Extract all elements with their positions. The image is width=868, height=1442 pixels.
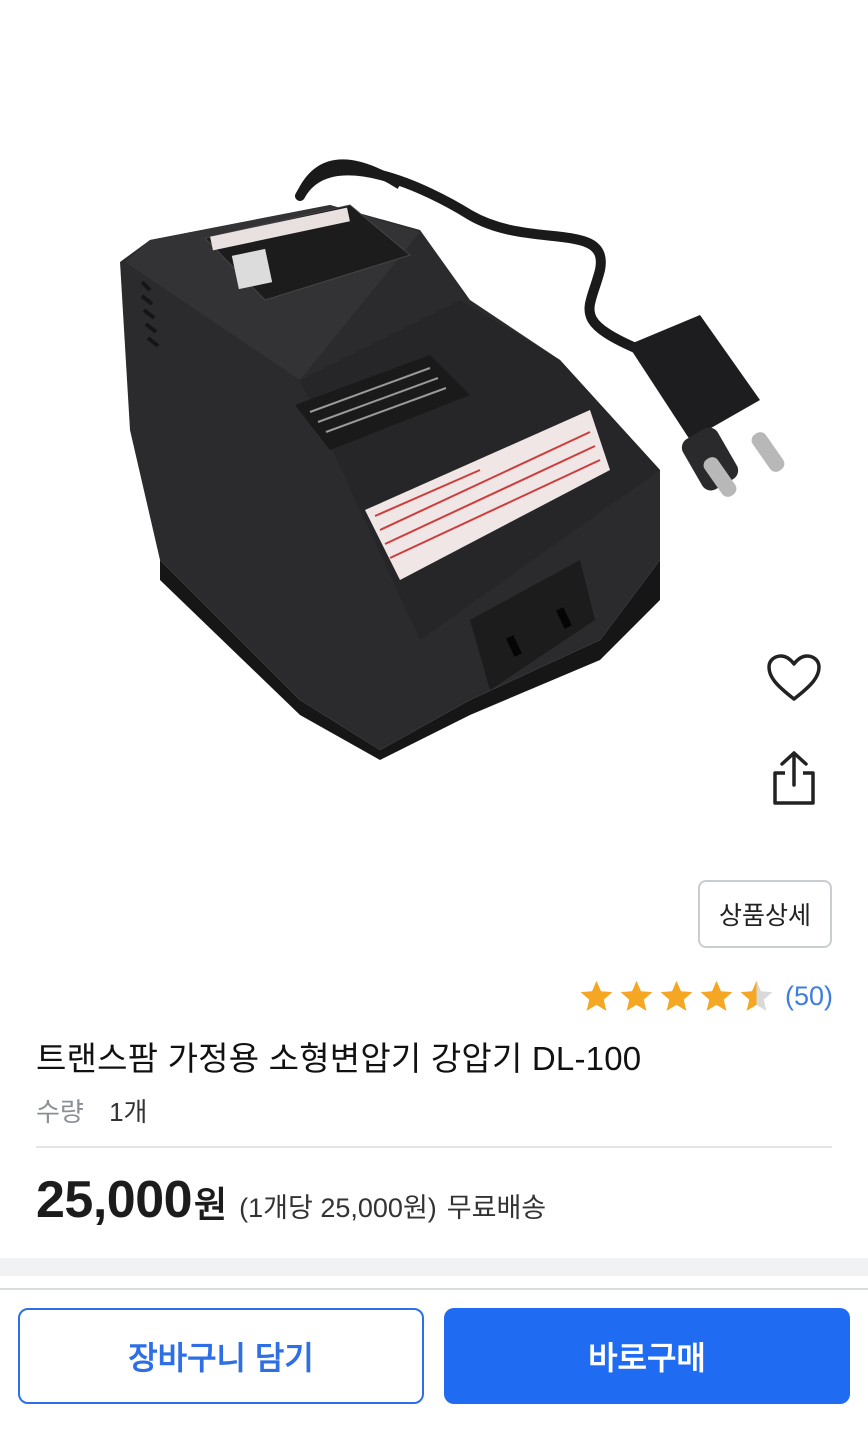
star-icon (700, 980, 733, 1011)
quantity-value: 1개 (109, 1097, 148, 1127)
quantity-label: 수량 (36, 1097, 84, 1127)
product-image[interactable] (0, 0, 868, 870)
buy-now-button[interactable]: 바로구매 (444, 1308, 850, 1404)
share-button[interactable] (762, 746, 826, 810)
product-detail-button[interactable]: 상품상세 (698, 880, 832, 948)
transformer-illustration (120, 159, 785, 760)
divider (36, 1146, 832, 1148)
star-icon (620, 980, 653, 1011)
shipping-info: 무료배송 (446, 1193, 547, 1223)
bottom-action-bar: 장바구니 담기 바로구매 (0, 1288, 868, 1442)
review-count[interactable]: (50) (785, 981, 833, 1012)
star-icon (580, 980, 613, 1011)
star-icon (660, 980, 693, 1011)
heart-outline-icon (767, 654, 821, 701)
star-half-icon (740, 980, 773, 1011)
quantity-row: 수량 1개 (36, 1092, 147, 1129)
rating-stars (578, 978, 775, 1015)
product-title: 트랜스팜 가정용 소형변압기 강압기 DL-100 (36, 1040, 642, 1077)
wishlist-button[interactable] (762, 646, 826, 710)
section-separator (0, 1258, 868, 1276)
add-to-cart-button[interactable]: 장바구니 담기 (18, 1308, 424, 1404)
rating[interactable]: (50) (578, 976, 833, 1016)
price-row: 25,000 원 (1개당 25,000원) 무료배송 (36, 1170, 546, 1230)
price-amount: 25,000 (36, 1171, 193, 1229)
share-icon (773, 751, 815, 805)
price-currency: 원 (194, 1184, 228, 1225)
unit-price: (1개당 25,000원) (239, 1193, 437, 1223)
